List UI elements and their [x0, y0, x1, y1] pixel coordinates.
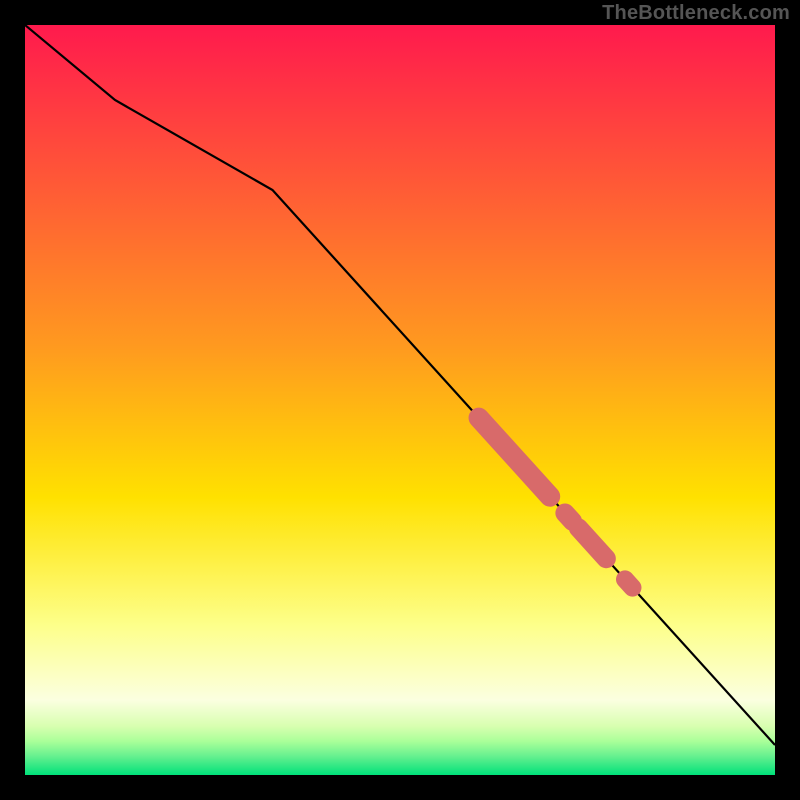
marker-dot-b — [565, 513, 573, 521]
gradient-background — [25, 25, 775, 775]
marker-dot-d — [625, 579, 633, 587]
chart-stage: TheBottleneck.com — [0, 0, 800, 800]
chart-svg — [25, 25, 775, 775]
chart-plot — [25, 25, 775, 775]
watermark-text: TheBottleneck.com — [602, 2, 790, 25]
